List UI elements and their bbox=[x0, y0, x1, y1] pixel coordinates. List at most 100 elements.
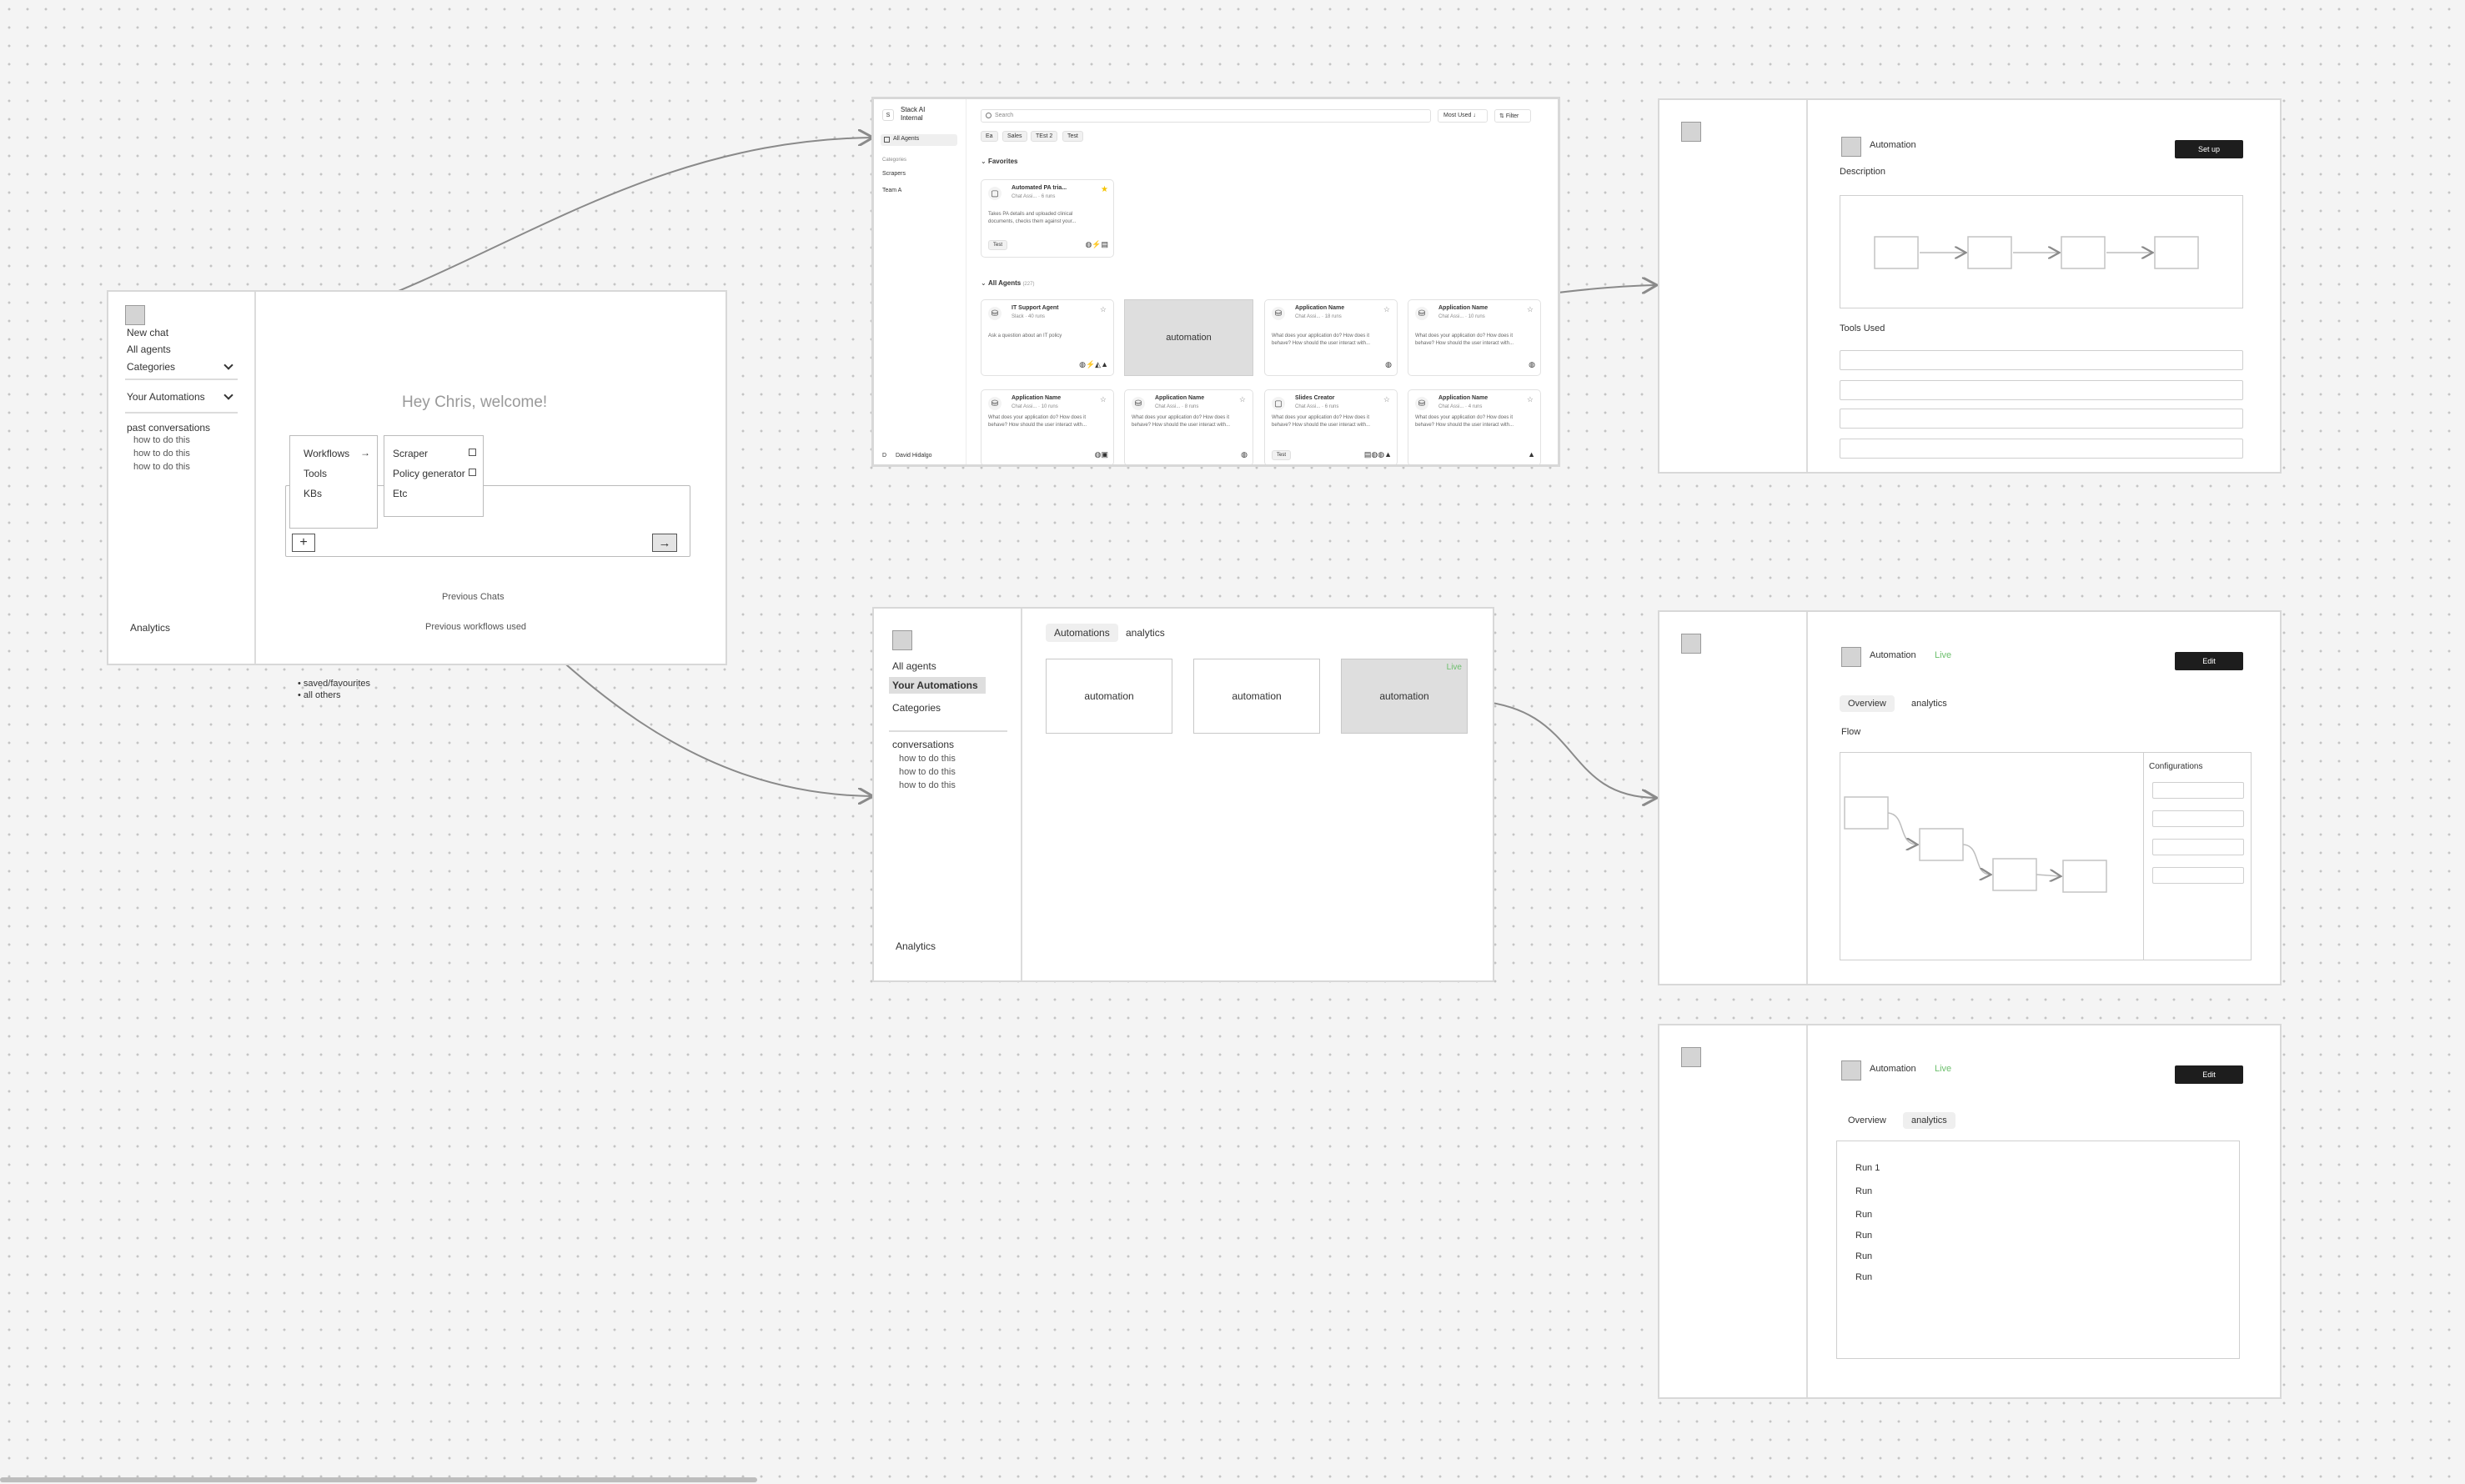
tab-overview[interactable]: Overview bbox=[1840, 695, 1895, 712]
automation-card[interactable]: automation bbox=[1046, 659, 1172, 734]
run-item[interactable]: Run bbox=[1855, 1272, 1872, 1282]
agent-card[interactable]: ⛁ Application Name Chat Assi... · 10 run… bbox=[981, 389, 1114, 464]
agent-card[interactable]: ⛁ IT Support Agent Slack · 40 runs ☆ Ask… bbox=[981, 299, 1114, 376]
run-item[interactable]: Run bbox=[1855, 1186, 1872, 1196]
previous-chats-link[interactable]: Previous Chats bbox=[442, 592, 505, 602]
submenu-item-policy-generator[interactable]: Policy generator bbox=[393, 468, 476, 479]
all-agents-link[interactable]: All agents bbox=[892, 660, 936, 672]
tab-analytics[interactable]: analytics bbox=[1911, 699, 1947, 709]
agent-meta-type: Slack bbox=[1012, 314, 1024, 319]
run-item[interactable]: Run bbox=[1855, 1210, 1872, 1220]
edit-button[interactable]: Edit bbox=[2175, 652, 2243, 670]
run-item[interactable]: Run bbox=[1855, 1251, 1872, 1261]
analytics-link[interactable]: Analytics bbox=[130, 622, 170, 634]
new-chat-link[interactable]: New chat bbox=[127, 327, 168, 338]
run-item[interactable]: Run bbox=[1855, 1231, 1872, 1241]
categories-dropdown[interactable]: Categories bbox=[127, 360, 235, 373]
star-icon[interactable]: ☆ bbox=[1100, 305, 1107, 314]
conversation-item[interactable]: how to do this bbox=[133, 449, 190, 459]
tool-field[interactable] bbox=[1840, 409, 2243, 429]
filter-button[interactable]: ⇅ Filter bbox=[1494, 109, 1531, 123]
agent-meta-runs: 40 runs bbox=[1028, 314, 1046, 319]
submenu-item-scraper[interactable]: Scraper bbox=[393, 448, 476, 459]
star-icon[interactable]: ☆ bbox=[1527, 305, 1534, 314]
user-name[interactable]: David Hidalgo bbox=[896, 453, 932, 459]
agent-card[interactable]: ⛁ Application Name Chat Assi... · 18 run… bbox=[1264, 299, 1398, 376]
flow-node bbox=[2062, 860, 2107, 893]
your-automations-dropdown[interactable]: Your Automations bbox=[127, 390, 235, 403]
automation-card-highlight[interactable]: automation bbox=[1124, 299, 1253, 376]
filter-chip[interactable]: TEst 2 bbox=[1031, 131, 1058, 142]
chevron-down-icon bbox=[223, 360, 233, 370]
conversation-item[interactable]: how to do this bbox=[899, 754, 956, 764]
automation-card[interactable]: automation bbox=[1193, 659, 1320, 734]
previous-workflows-link[interactable]: Previous workflows used bbox=[425, 622, 526, 632]
config-field[interactable] bbox=[2152, 867, 2244, 884]
nav-all-agents[interactable]: All Agents bbox=[881, 134, 957, 146]
automation-title: Automation bbox=[1870, 140, 1916, 150]
run-item[interactable]: Run 1 bbox=[1855, 1163, 1880, 1173]
menu-item-tools[interactable]: Tools bbox=[304, 468, 327, 479]
conversation-item[interactable]: how to do this bbox=[899, 780, 956, 790]
canvas-horizontal-scrollbar[interactable] bbox=[0, 1477, 757, 1482]
tab-analytics[interactable]: analytics bbox=[1903, 1112, 1955, 1129]
edit-button[interactable]: Edit bbox=[2175, 1065, 2243, 1084]
categories-link[interactable]: Categories bbox=[892, 702, 941, 714]
favorites-heading[interactable]: ⌄ Favorites bbox=[981, 158, 1018, 165]
all-agents-heading[interactable]: ⌄ All Agents (227) bbox=[981, 279, 1034, 287]
conversation-item[interactable]: how to do this bbox=[899, 767, 956, 777]
past-conversations-heading: past conversations bbox=[127, 422, 211, 434]
agent-meta-type: Chat Assi... bbox=[1295, 314, 1321, 319]
send-button[interactable]: → bbox=[652, 534, 677, 552]
setup-button[interactable]: Set up bbox=[2175, 140, 2243, 158]
conversation-item[interactable]: how to do this bbox=[133, 435, 190, 445]
analytics-link[interactable]: Analytics bbox=[896, 940, 936, 952]
menu-item-workflows[interactable]: Workflows → bbox=[304, 447, 370, 459]
agent-card[interactable]: ▢ Slides Creator Chat Assi... · 6 runs ☆… bbox=[1264, 389, 1398, 464]
config-field[interactable] bbox=[2152, 782, 2244, 799]
all-agents-link[interactable]: All agents bbox=[127, 343, 171, 355]
conversation-item[interactable]: how to do this bbox=[133, 462, 190, 472]
category-item[interactable]: Scrapers bbox=[882, 171, 906, 177]
star-icon[interactable]: ★ bbox=[1101, 185, 1108, 194]
tool-field[interactable] bbox=[1840, 350, 2243, 370]
submenu-item-etc[interactable]: Etc bbox=[393, 488, 407, 499]
tool-field[interactable] bbox=[1840, 380, 2243, 400]
menu-item-kbs[interactable]: KBs bbox=[304, 488, 322, 499]
star-icon[interactable]: ☆ bbox=[1239, 395, 1246, 404]
agent-card[interactable]: ⛁ Application Name Chat Assi... · 4 runs… bbox=[1408, 389, 1541, 464]
automation-card-live[interactable]: automation Live bbox=[1341, 659, 1468, 734]
star-icon[interactable]: ☆ bbox=[1100, 395, 1107, 404]
live-badge: Live bbox=[1446, 663, 1462, 672]
favorite-agent-card[interactable]: ▢ Automated PA tria... Chat Assi... · 6 … bbox=[981, 179, 1114, 258]
logo bbox=[892, 630, 912, 650]
sort-dropdown[interactable]: Most Used ↓ bbox=[1438, 109, 1488, 123]
attach-menu: Workflows → Tools KBs bbox=[289, 435, 378, 529]
org-name-line2: Internal bbox=[901, 114, 923, 122]
config-field[interactable] bbox=[2152, 810, 2244, 827]
filter-chip[interactable]: Sales bbox=[1002, 131, 1027, 142]
tab-automations[interactable]: Automations bbox=[1046, 624, 1118, 642]
search-input[interactable]: Search bbox=[981, 109, 1431, 123]
description-label: Description bbox=[1840, 167, 1886, 177]
checkbox-icon bbox=[469, 469, 476, 476]
org-name: Stack AI bbox=[901, 106, 926, 113]
flow-node bbox=[2061, 236, 2106, 269]
agent-card[interactable]: ⛁ Application Name Chat Assi... · 10 run… bbox=[1408, 299, 1541, 376]
star-icon[interactable]: ☆ bbox=[1383, 395, 1390, 404]
tab-analytics[interactable]: analytics bbox=[1126, 627, 1165, 639]
category-item[interactable]: Team A bbox=[882, 188, 901, 193]
star-icon[interactable]: ☆ bbox=[1383, 305, 1390, 314]
star-icon[interactable]: ☆ bbox=[1527, 395, 1534, 404]
tab-overview[interactable]: Overview bbox=[1848, 1116, 1886, 1126]
sort-label: Most Used bbox=[1443, 113, 1472, 118]
agent-card[interactable]: ⛁ Application Name Chat Assi... · 8 runs… bbox=[1124, 389, 1253, 464]
agent-meta-runs: 10 runs bbox=[1468, 314, 1485, 319]
config-field[interactable] bbox=[2152, 839, 2244, 855]
filter-chip[interactable]: Test bbox=[1062, 131, 1083, 142]
add-button[interactable]: + bbox=[292, 534, 315, 552]
your-automations-link[interactable]: Your Automations bbox=[889, 677, 986, 694]
filter-chip[interactable]: Ea bbox=[981, 131, 998, 142]
user-avatar[interactable]: D bbox=[882, 453, 886, 459]
tool-field[interactable] bbox=[1840, 439, 2243, 459]
